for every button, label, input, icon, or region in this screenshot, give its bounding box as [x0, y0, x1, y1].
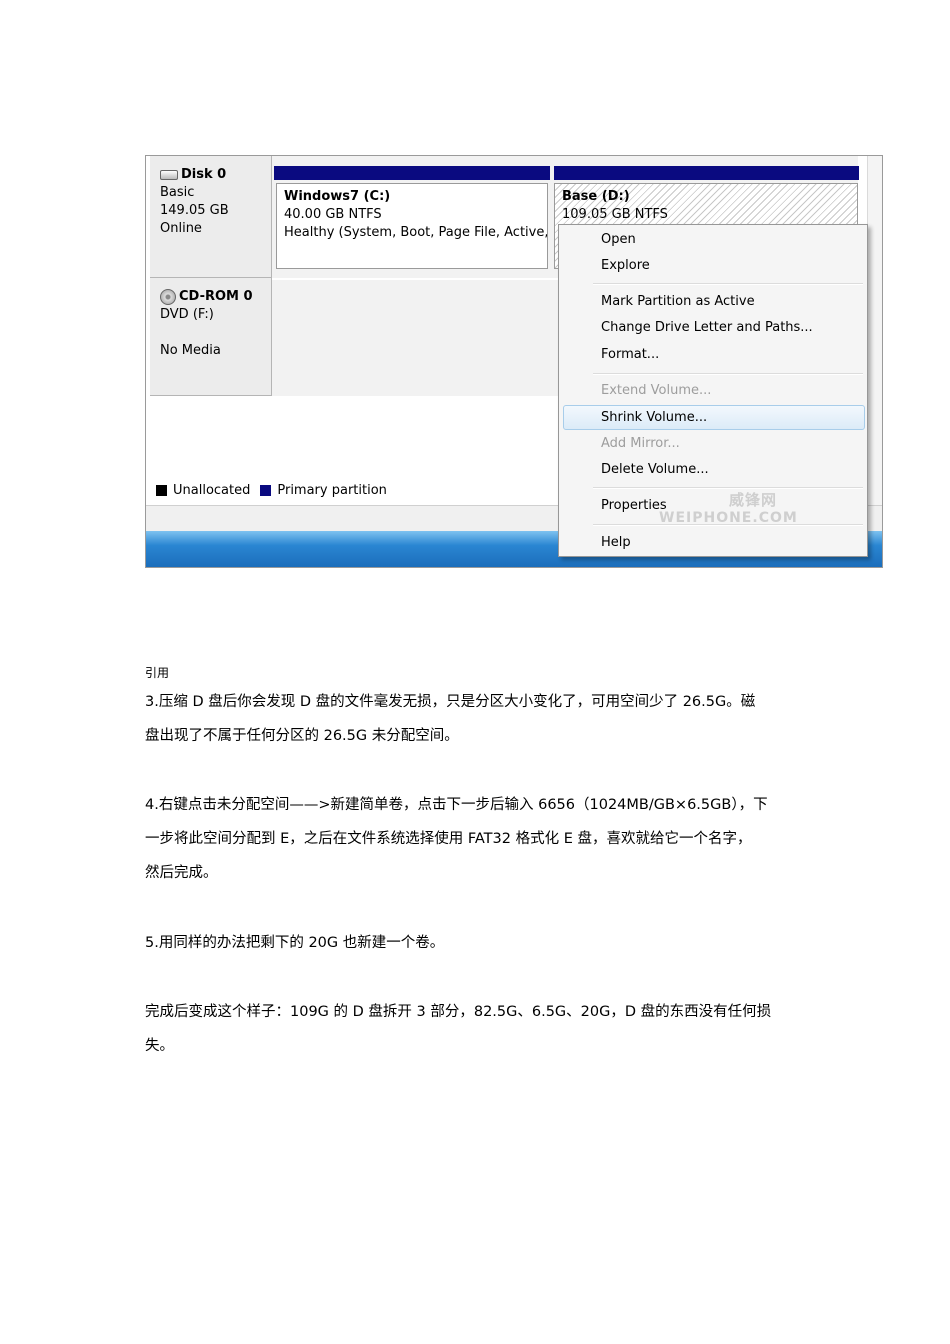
partition-c-bar — [274, 166, 550, 180]
paragraph-6-line-2: 失。 — [145, 1038, 174, 1054]
menu-item-properties[interactable]: Properties — [601, 497, 667, 515]
paragraph-4-line-3: 然后完成。 — [145, 865, 218, 881]
hard-disk-icon — [160, 170, 178, 180]
partition-c-status: Healthy (System, Boot, Page File, Active… — [284, 225, 548, 240]
cdrom0-drive: DVD (F:) — [160, 307, 214, 322]
paragraph-4-line-1: 4.右键点击未分配空间——>新建简单卷，点击下一步后输入 6656（1024MB… — [145, 797, 768, 813]
partition-d-size: 109.05 GB NTFS — [562, 207, 668, 222]
menu-item-help[interactable]: Help — [601, 534, 631, 552]
cdrom0-status: No Media — [160, 343, 221, 358]
menu-item-delete-volume[interactable]: Delete Volume... — [601, 461, 709, 479]
context-menu: Open Explore Mark Partition as Active Ch… — [558, 224, 868, 557]
watermark-line1: 威锋网 — [729, 491, 778, 509]
partition-c[interactable]: Windows7 (C:) 40.00 GB NTFS Healthy (Sys… — [276, 183, 548, 269]
disk-management-screenshot: Disk 0 Basic 149.05 GB Online Windows7 (… — [145, 155, 883, 568]
menu-item-mark-active[interactable]: Mark Partition as Active — [601, 293, 755, 311]
menu-item-shrink-volume[interactable]: Shrink Volume... — [601, 409, 707, 427]
menu-item-format[interactable]: Format... — [601, 346, 659, 364]
menu-item-add-mirror[interactable]: Add Mirror... — [601, 435, 680, 453]
disk0-name: Disk 0 — [181, 167, 227, 182]
menu-separator — [593, 283, 863, 285]
menu-item-open[interactable]: Open — [601, 231, 636, 249]
watermark: 威锋网 WEIPHONE.COM — [659, 489, 798, 526]
paragraph-3-line-2: 盘出现了不属于任何分区的 26.5G 未分配空间。 — [145, 728, 459, 744]
paragraph-5: 5.用同样的办法把剩下的 20G 也新建一个卷。 — [145, 935, 445, 951]
partition-c-size: 40.00 GB NTFS — [284, 207, 382, 222]
disk0-type: Basic — [160, 185, 195, 200]
menu-item-explore[interactable]: Explore — [601, 257, 650, 275]
menu-item-extend-volume[interactable]: Extend Volume... — [601, 382, 711, 400]
cdrom0-name: CD-ROM 0 — [179, 289, 253, 304]
disk0-label[interactable]: Disk 0 Basic 149.05 GB Online — [150, 156, 272, 278]
vertical-scrollbar[interactable] — [867, 156, 882, 533]
paragraph-3: 3.压缩 D 盘后你会发现 D 盘的文件毫发无损，只是分区大小变化了，可用空间少… — [145, 685, 815, 753]
legend-unallocated: Unallocated — [173, 483, 251, 498]
paragraph-6-line-1: 完成后变成这个样子：109G 的 D 盘拆开 3 部分，82.5G、6.5G、2… — [145, 1004, 772, 1020]
partition-c-title: Windows7 (C:) — [284, 189, 391, 204]
watermark-line2: WEIPHONE.COM — [659, 510, 798, 526]
paragraph-3-line-1: 3.压缩 D 盘后你会发现 D 盘的文件毫发无损，只是分区大小变化了，可用空间少… — [145, 694, 756, 710]
partition-d-bar — [554, 166, 859, 180]
paragraph-4: 4.右键点击未分配空间——>新建简单卷，点击下一步后输入 6656（1024MB… — [145, 788, 815, 890]
primary-swatch — [260, 485, 272, 496]
paragraph-6: 完成后变成这个样子：109G 的 D 盘拆开 3 部分，82.5G、6.5G、2… — [145, 995, 815, 1063]
disk0-size: 149.05 GB — [160, 203, 229, 218]
cd-drive-icon — [160, 289, 176, 305]
partition-d-title: Base (D:) — [562, 189, 630, 204]
disk0-status: Online — [160, 221, 202, 236]
unallocated-swatch — [156, 485, 167, 496]
menu-item-change-letter[interactable]: Change Drive Letter and Paths... — [601, 319, 813, 337]
legend: Unallocated Primary partition — [156, 483, 387, 498]
legend-primary: Primary partition — [277, 483, 387, 498]
cdrom0-label[interactable]: CD-ROM 0 DVD (F:) No Media — [150, 278, 272, 396]
menu-separator — [593, 373, 863, 375]
paragraph-4-line-2: 一步将此空间分配到 E，之后在文件系统选择使用 FAT32 格式化 E 盘，喜欢… — [145, 831, 752, 847]
